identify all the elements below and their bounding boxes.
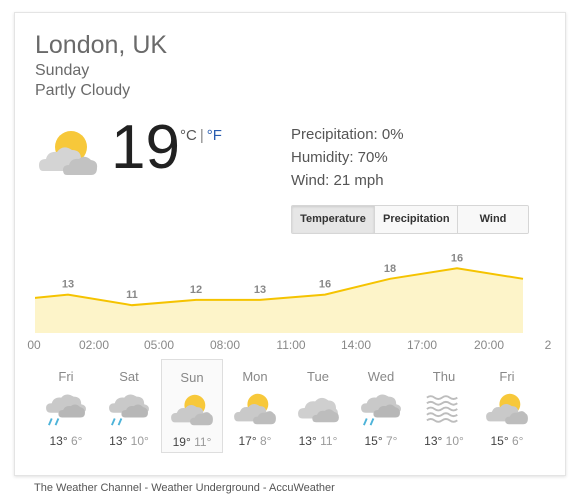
- unit-separator: |: [199, 127, 204, 144]
- forecast-temps: 13° 6°: [35, 434, 97, 448]
- forecast-low: 10°: [445, 434, 464, 448]
- time-tick-label: 11:00: [276, 338, 306, 352]
- fahrenheit-unit[interactable]: °F: [207, 127, 222, 144]
- forecast-temps: 17° 8°: [224, 434, 286, 448]
- rain-cloud-icon: [361, 394, 401, 426]
- daily-forecast: Fri 13° 6° Sat 13° 10° Sun 19° 11° Mon 17° 8° Tu…: [35, 359, 555, 455]
- rain-cloud-icon: [109, 394, 149, 426]
- forecast-temps: 13° 11°: [287, 434, 349, 448]
- data-label: 13: [62, 279, 74, 291]
- data-label: 16: [319, 279, 331, 291]
- data-label: 11: [126, 289, 138, 301]
- tab-temperature[interactable]: Temperature: [292, 206, 374, 233]
- forecast-day-name: Sat: [119, 369, 139, 384]
- partly-cloudy-icon: [39, 131, 98, 175]
- forecast-high: 13°: [298, 434, 317, 448]
- humidity-text: Humidity: 70%: [291, 149, 388, 166]
- unit-toggle: °C | °F: [180, 127, 222, 144]
- forecast-day-name: Fri: [499, 369, 515, 384]
- forecast-temps: 13° 10°: [413, 434, 475, 448]
- forecast-day-name: Fri: [58, 369, 74, 384]
- time-tick-label: 00: [27, 338, 41, 352]
- weather-details: Precipitation: 0% Humidity: 70% Wind: 21…: [291, 123, 404, 192]
- time-tick-label: 08:00: [209, 338, 241, 352]
- forecast-low: 7°: [386, 434, 398, 448]
- forecast-high: 15°: [364, 434, 383, 448]
- partly-cloudy-icon: [234, 393, 276, 425]
- data-label: 16: [451, 252, 463, 264]
- celsius-unit[interactable]: °C: [180, 127, 197, 144]
- forecast-day[interactable]: Tue 13° 11°: [287, 359, 349, 453]
- time-tick-label: 14:00: [340, 338, 372, 352]
- data-label: 12: [190, 284, 202, 296]
- forecast-day-name: Wed: [367, 369, 395, 384]
- current-day: Sunday: [35, 62, 90, 79]
- tab-precipitation[interactable]: Precipitation: [374, 206, 457, 233]
- rain-cloud-icon: [46, 394, 86, 426]
- forecast-day[interactable]: Wed 15° 7°: [350, 359, 412, 453]
- time-tick-label: 17:00: [406, 338, 438, 352]
- forecast-low: 6°: [71, 434, 83, 448]
- time-tick-label: 02:00: [78, 338, 110, 352]
- forecast-low: 6°: [512, 434, 524, 448]
- forecast-day-name: Mon: [242, 369, 268, 384]
- current-condition: Partly Cloudy: [35, 82, 131, 99]
- temperature-chart: 13 11 12 13 16 18 16: [35, 252, 524, 333]
- location-title: London, UK: [35, 31, 168, 59]
- forecast-low: 11°: [194, 435, 212, 449]
- forecast-day[interactable]: Mon 17° 8°: [224, 359, 286, 453]
- time-axis: 00 02:00 05:00 08:00 11:00 14:00 17:00 20:00 2: [15, 338, 565, 352]
- data-sources: The Weather Channel - Weather Undergroun…: [34, 482, 335, 494]
- chart-tabs: Temperature Precipitation Wind: [291, 205, 529, 234]
- forecast-low: 10°: [130, 434, 149, 448]
- weather-card: London, UK Sunday Partly Cloudy 19 °C | °F…: [14, 12, 566, 476]
- forecast-temps: 19° 11°: [162, 435, 222, 449]
- forecast-high: 13°: [49, 434, 68, 448]
- time-tick-label: 20:00: [473, 338, 505, 352]
- data-label: 18: [384, 263, 396, 275]
- data-label: 13: [254, 284, 266, 296]
- time-tick-label: 2: [544, 338, 552, 352]
- tab-wind[interactable]: Wind: [457, 206, 528, 233]
- current-temperature: 19: [111, 113, 180, 182]
- cloud-icon: [298, 397, 339, 423]
- forecast-low: 11°: [320, 434, 338, 448]
- forecast-high: 17°: [238, 434, 257, 448]
- time-tick-label: 05:00: [143, 338, 175, 352]
- forecast-high: 13°: [109, 434, 128, 448]
- forecast-day[interactable]: Thu 13° 10°: [413, 359, 475, 453]
- partly-cloudy-icon: [171, 394, 213, 426]
- forecast-high: 15°: [490, 434, 509, 448]
- forecast-high: 13°: [424, 434, 443, 448]
- forecast-temps: 15° 7°: [350, 434, 412, 448]
- forecast-day[interactable]: Sun 19° 11°: [161, 359, 223, 453]
- forecast-temps: 13° 10°: [98, 434, 160, 448]
- forecast-day-name: Thu: [432, 369, 456, 384]
- forecast-day[interactable]: Fri 15° 6°: [476, 359, 538, 453]
- forecast-temps: 15° 6°: [476, 434, 538, 448]
- forecast-day[interactable]: Sat 13° 10°: [98, 359, 160, 453]
- precipitation-text: Precipitation: 0%: [291, 126, 404, 143]
- forecast-day-name: Sun: [180, 370, 204, 385]
- partly-cloudy-icon: [486, 393, 528, 425]
- forecast-low: 8°: [260, 434, 272, 448]
- forecast-day[interactable]: Fri 13° 6°: [35, 359, 97, 453]
- wind-text: Wind: 21 mph: [291, 172, 384, 189]
- forecast-day-name: Tue: [307, 369, 329, 384]
- forecast-high: 19°: [172, 435, 191, 449]
- fog-icon: [426, 395, 458, 423]
